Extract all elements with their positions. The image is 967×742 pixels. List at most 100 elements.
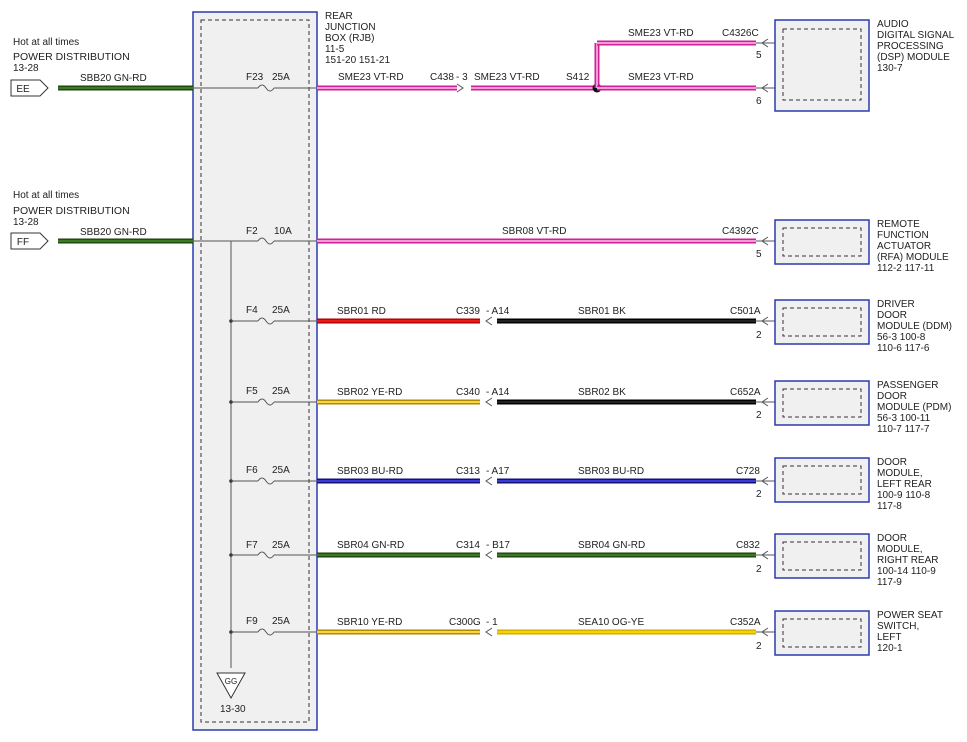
inline-connector: C339 <box>456 306 480 317</box>
source-hot-label: Hot at all times <box>13 37 79 48</box>
module-title-line: ACTUATOR <box>877 241 931 252</box>
module-title-line: (DSP) MODULE <box>877 52 950 63</box>
connector-arrow-icon <box>485 397 493 407</box>
module-title-line: AUDIO <box>877 19 909 30</box>
source-name: POWER DISTRIBUTION <box>13 205 130 217</box>
circuit-pdm: SBR02 YE-RD C340 - A14 SBR02 BK C652A 2 … <box>317 380 951 435</box>
wire-sbr08-label: SBR08 VT-RD <box>502 226 566 237</box>
module-pin: 2 <box>756 641 762 652</box>
module-title-line: LEFT <box>877 632 901 643</box>
inline-connector-pin: - 3 <box>456 72 468 83</box>
power-seat-switch-box <box>774 610 870 656</box>
module-title-line: 110-6 117-6 <box>877 343 930 354</box>
module-pin: 2 <box>756 564 762 575</box>
dsp-circuit: SME23 VT-RD C438 - 3 SME23 VT-RD S412 SM… <box>317 19 955 112</box>
rfa-module-box <box>774 219 870 265</box>
wire-sbb20-label: SBB20 GN-RD <box>80 73 147 84</box>
rfa-circuit: SBR08 VT-RD C4392C 5 REMOTE FUNCTION ACT… <box>317 219 949 274</box>
module-title-line: DOOR <box>877 533 907 544</box>
wire-right-label: SBR01 BK <box>578 306 626 317</box>
inline-connector: C313 <box>456 466 480 477</box>
module-pin: 6 <box>756 96 762 107</box>
fuse-id: F4 <box>246 305 258 316</box>
fuse-rating: 25A <box>272 72 290 83</box>
connector-arrow-icon <box>485 476 493 486</box>
fuse-rating: 10A <box>274 226 292 237</box>
module-connector: C728 <box>736 466 760 477</box>
circuit-ddm: SBR01 RD C339 - A14 SBR01 BK C501A 2 DRI… <box>317 299 952 354</box>
module-pin: 5 <box>756 249 762 260</box>
wire-sme23-label: SME23 VT-RD <box>338 72 404 83</box>
wire-right-label: SBR02 BK <box>578 387 626 398</box>
rjb-title-line: BOX (RJB) <box>325 33 374 44</box>
module-title-line: REMOTE <box>877 219 920 230</box>
connector-ff-label: FF <box>17 237 29 248</box>
module-title-line: 100-9 110-8 <box>877 490 931 501</box>
connector-arrow-icon <box>456 83 464 93</box>
module-title-line: 100-14 110-9 <box>877 566 936 577</box>
fuse-id: F9 <box>246 616 258 627</box>
module-title-line: POWER SEAT <box>877 610 943 621</box>
module-connector: C652A <box>730 387 761 398</box>
fuse-rating: 25A <box>272 540 290 551</box>
fuse-rating: 25A <box>272 386 290 397</box>
inline-connector-pin: - A14 <box>486 306 510 317</box>
inline-connector-pin: - B17 <box>486 540 510 551</box>
circuit-power-seat: SBR10 YE-RD C300G - 1 SEA10 OG-YE C352A … <box>317 610 943 656</box>
wire-left-label: SBR02 YE-RD <box>337 387 402 398</box>
wire-sme23-label: SME23 VT-RD <box>628 72 694 83</box>
inline-connector: C300G <box>449 617 481 628</box>
wire-left-label: SBR10 YE-RD <box>337 617 402 628</box>
module-title-line: 112-2 117-11 <box>877 263 935 274</box>
inline-connector: C340 <box>456 387 480 398</box>
module-title-line: 117-9 <box>877 577 902 588</box>
connector-arrow-icon <box>485 627 493 637</box>
ground-ref: 13-30 <box>220 704 246 715</box>
module-title-line: DOOR <box>877 391 907 402</box>
module-title-line: MODULE (PDM) <box>877 402 951 413</box>
module-title-line: RIGHT REAR <box>877 555 939 566</box>
connector-ee-label: EE <box>16 84 30 95</box>
pdm-module-box <box>774 380 870 426</box>
module-connector-c4326c: C4326C <box>722 28 759 39</box>
circuit-left-rear: SBR03 BU-RD C313 - A17 SBR03 BU-RD C728 … <box>317 457 932 512</box>
wire-left-label: SBR03 BU-RD <box>337 466 403 477</box>
source-ref: 13-28 <box>13 63 39 74</box>
module-title-line: 117-8 <box>877 501 902 512</box>
source-hot-label: Hot at all times <box>13 190 79 201</box>
splice-label: S412 <box>566 72 590 83</box>
rjb-title-line: 151-20 151-21 <box>325 55 390 66</box>
wire-right-label: SBR03 BU-RD <box>578 466 644 477</box>
module-pin: 2 <box>756 410 762 421</box>
wire-right-label: SEA10 OG-YE <box>578 617 644 628</box>
inline-connector-pin: - A17 <box>486 466 510 477</box>
connector-arrow-icon <box>485 316 493 326</box>
module-title-line: DRIVER <box>877 299 915 310</box>
circuit-right-rear: SBR04 GN-RD C314 - B17 SBR04 GN-RD C832 … <box>317 533 939 588</box>
module-connector-c4392c: C4392C <box>722 226 759 237</box>
rjb-title-line: REAR <box>325 11 353 22</box>
fuse-id: F23 <box>246 72 264 83</box>
inline-connector: C314 <box>456 540 480 551</box>
module-connector: C832 <box>736 540 760 551</box>
fuse-id: F7 <box>246 540 258 551</box>
rjb-title-line: JUNCTION <box>325 22 376 33</box>
inline-connector-c438: C438 <box>430 72 454 83</box>
module-pin: 2 <box>756 330 762 341</box>
module-title-line: 130-7 <box>877 63 903 74</box>
module-title-line: (RFA) MODULE <box>877 252 949 263</box>
module-pin: 5 <box>756 50 762 61</box>
module-title-line: MODULE (DDM) <box>877 321 952 332</box>
fuse-rating: 25A <box>272 616 290 627</box>
source-ref: 13-28 <box>13 217 39 228</box>
module-title-line: FUNCTION <box>877 230 929 241</box>
connector-arrow-icon <box>485 550 493 560</box>
module-title-line: MODULE, <box>877 468 923 479</box>
wiring-diagram: REAR JUNCTION BOX (RJB) 11-5 151-20 151-… <box>10 11 955 731</box>
left-rear-module-box <box>774 457 870 503</box>
fuse-rating: 25A <box>272 465 290 476</box>
rjb-title-line: 11-5 <box>325 44 345 55</box>
inline-connector-pin: - 1 <box>486 617 498 628</box>
module-connector: C352A <box>730 617 761 628</box>
ddm-module-box <box>774 299 870 345</box>
